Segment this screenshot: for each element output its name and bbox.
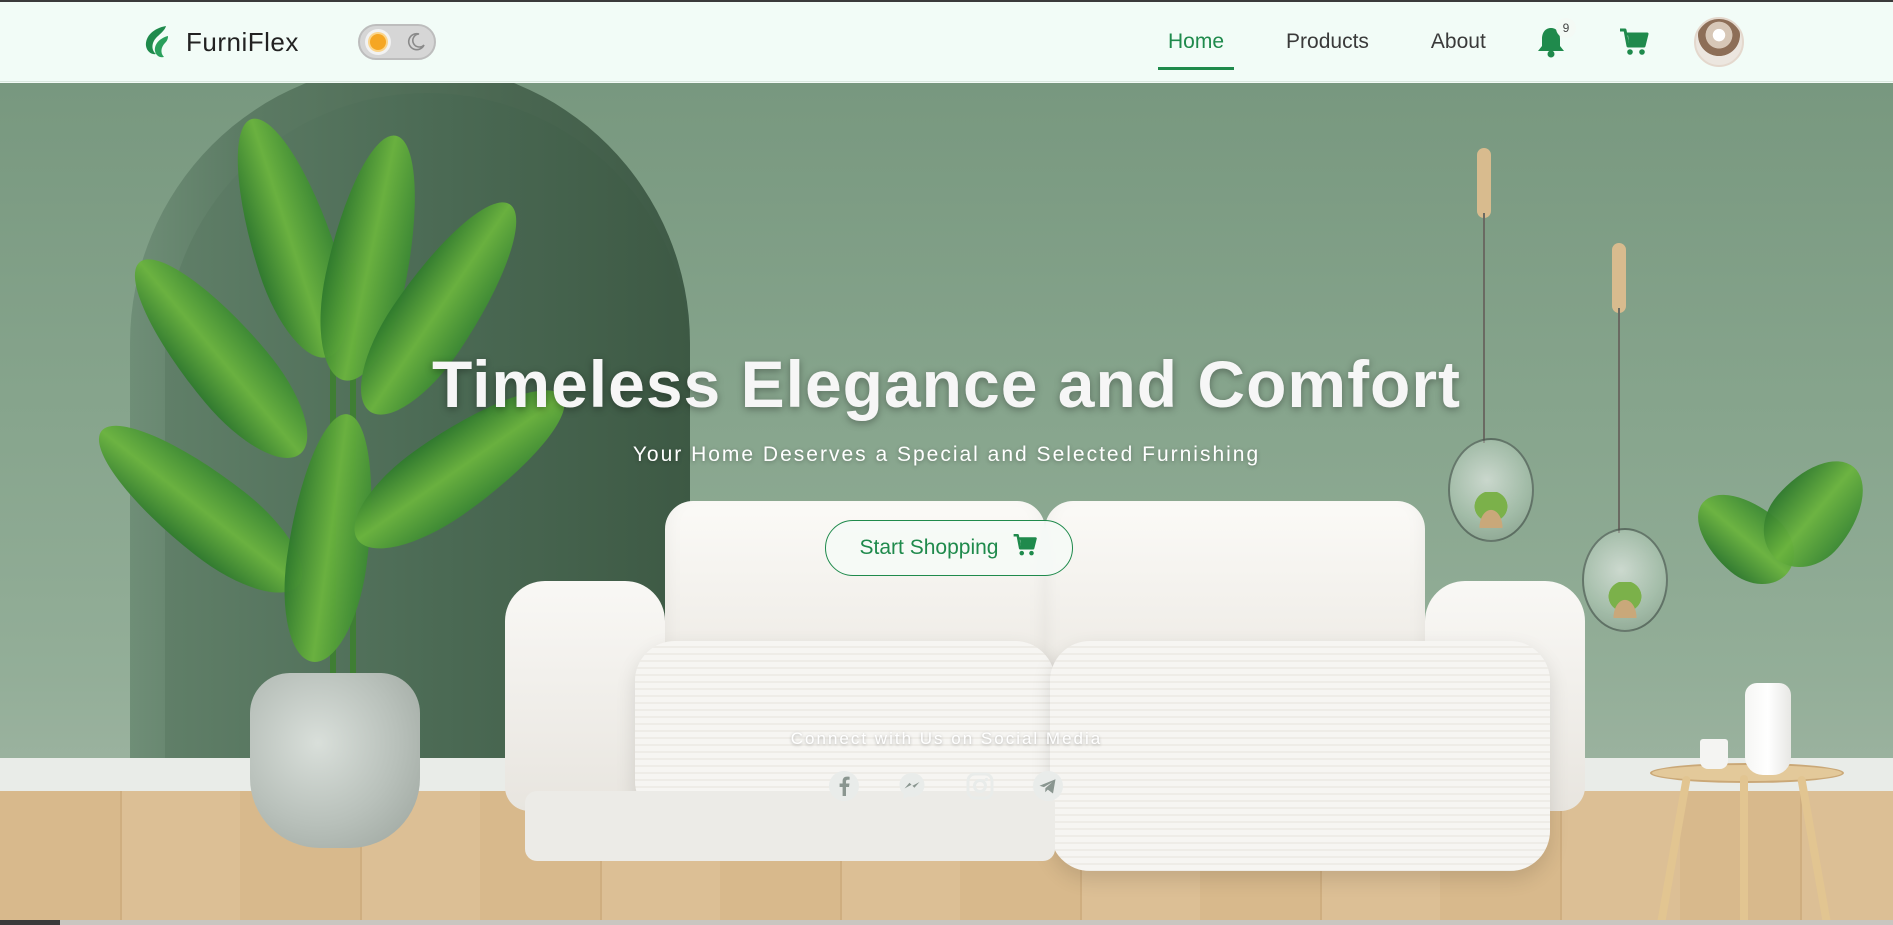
start-shopping-button[interactable]: Start Shopping — [825, 520, 1073, 576]
telegram-icon[interactable] — [1032, 770, 1064, 802]
bottom-edge — [0, 920, 1893, 925]
moon-icon — [403, 29, 429, 55]
hero-subtitle: Your Home Deserves a Special and Selecte… — [632, 443, 1261, 466]
start-shopping-label: Start Shopping — [859, 536, 999, 559]
notification-badge: 9 — [1556, 18, 1576, 38]
brand-name: FurniFlex — [186, 26, 299, 57]
instagram-icon[interactable] — [964, 770, 996, 802]
main-nav: Home Products About — [1158, 2, 1538, 82]
plant-pot — [250, 673, 420, 848]
social-title: Connect with Us on Social Media — [790, 729, 1103, 748]
hero-title: Timeless Elegance and Comfort — [431, 347, 1462, 421]
cart-icon[interactable] — [1618, 26, 1650, 63]
facebook-icon[interactable] — [828, 770, 860, 802]
sun-icon — [365, 29, 391, 55]
brand[interactable]: FurniFlex — [142, 24, 299, 60]
top-navbar: FurniFlex Home Products About 9 — [0, 2, 1893, 82]
cart-icon — [1012, 532, 1038, 564]
avatar[interactable] — [1694, 17, 1744, 67]
leaf-logo-icon — [145, 26, 168, 58]
social-links — [828, 770, 1064, 802]
nav-products[interactable]: Products — [1276, 2, 1379, 82]
messenger-icon[interactable] — [896, 770, 928, 802]
nav-about[interactable]: About — [1421, 2, 1496, 82]
side-table — [1650, 763, 1844, 925]
nav-home[interactable]: Home — [1158, 2, 1235, 82]
theme-toggle[interactable] — [358, 24, 436, 60]
